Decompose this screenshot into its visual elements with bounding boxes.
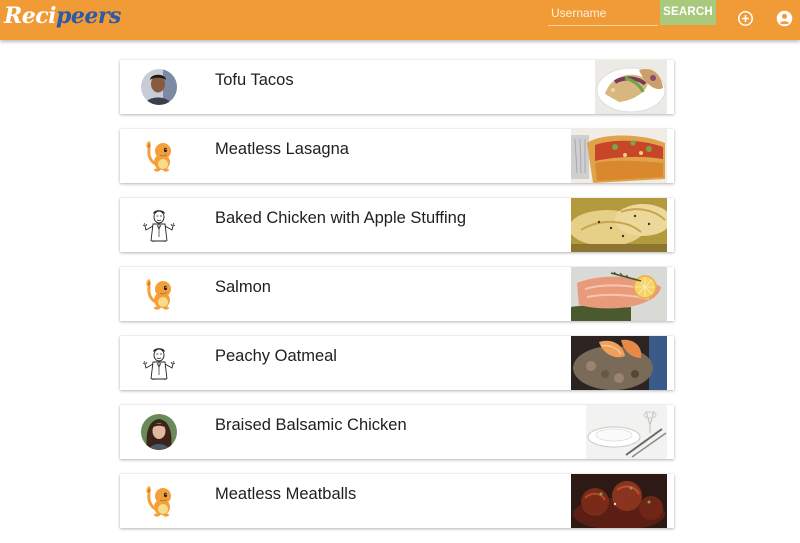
search-button[interactable]: SEARCH — [660, 0, 716, 25]
recipe-title: Baked Chicken with Apple Stuffing — [215, 209, 467, 227]
recipe-title: Salmon — [215, 278, 271, 296]
recipe-card[interactable]: Meatless Meatballs — [120, 474, 674, 528]
top-app-bar: Recipeers SEARCH — [0, 0, 800, 40]
recipe-card[interactable]: Tofu Tacos — [120, 60, 674, 114]
author-avatar — [141, 345, 177, 381]
account-circle-icon — [776, 10, 792, 26]
logo-text-peers: peers — [56, 3, 121, 29]
author-avatar — [141, 207, 177, 243]
recipe-photo — [571, 474, 667, 528]
recipe-photo — [595, 60, 667, 114]
recipe-card[interactable]: Peachy Oatmeal — [120, 336, 674, 390]
author-avatar — [141, 483, 177, 519]
author-avatar — [141, 276, 177, 312]
recipe-title: Braised Balsamic Chicken — [215, 416, 407, 434]
recipe-card[interactable]: Baked Chicken with Apple Stuffing — [120, 198, 674, 252]
logo-text-reci: Reci — [4, 3, 57, 29]
author-avatar — [141, 69, 177, 105]
app-logo[interactable]: Recipeers — [4, 3, 121, 29]
recipe-title: Tofu Tacos — [215, 71, 294, 89]
recipe-card[interactable]: Braised Balsamic Chicken — [120, 405, 674, 459]
recipe-title: Peachy Oatmeal — [215, 347, 337, 365]
recipe-card[interactable]: Meatless Lasagna — [120, 129, 674, 183]
account-button[interactable] — [775, 9, 793, 27]
plus-circle-icon — [737, 10, 753, 26]
recipe-photo — [571, 336, 667, 390]
recipe-title: Meatless Lasagna — [215, 140, 349, 158]
recipe-photo — [586, 405, 667, 459]
recipe-card[interactable]: Salmon — [120, 267, 674, 321]
author-avatar — [141, 414, 177, 450]
recipe-title: Meatless Meatballs — [215, 485, 357, 503]
recipe-photo — [571, 198, 667, 252]
author-avatar — [141, 138, 177, 174]
recipe-photo — [571, 267, 667, 321]
username-input[interactable] — [548, 0, 658, 26]
recipe-photo — [571, 129, 667, 183]
recipe-list: Tofu Tacos Meatless Lasagna Baked Chicke… — [120, 60, 674, 543]
add-recipe-button[interactable] — [736, 9, 754, 27]
